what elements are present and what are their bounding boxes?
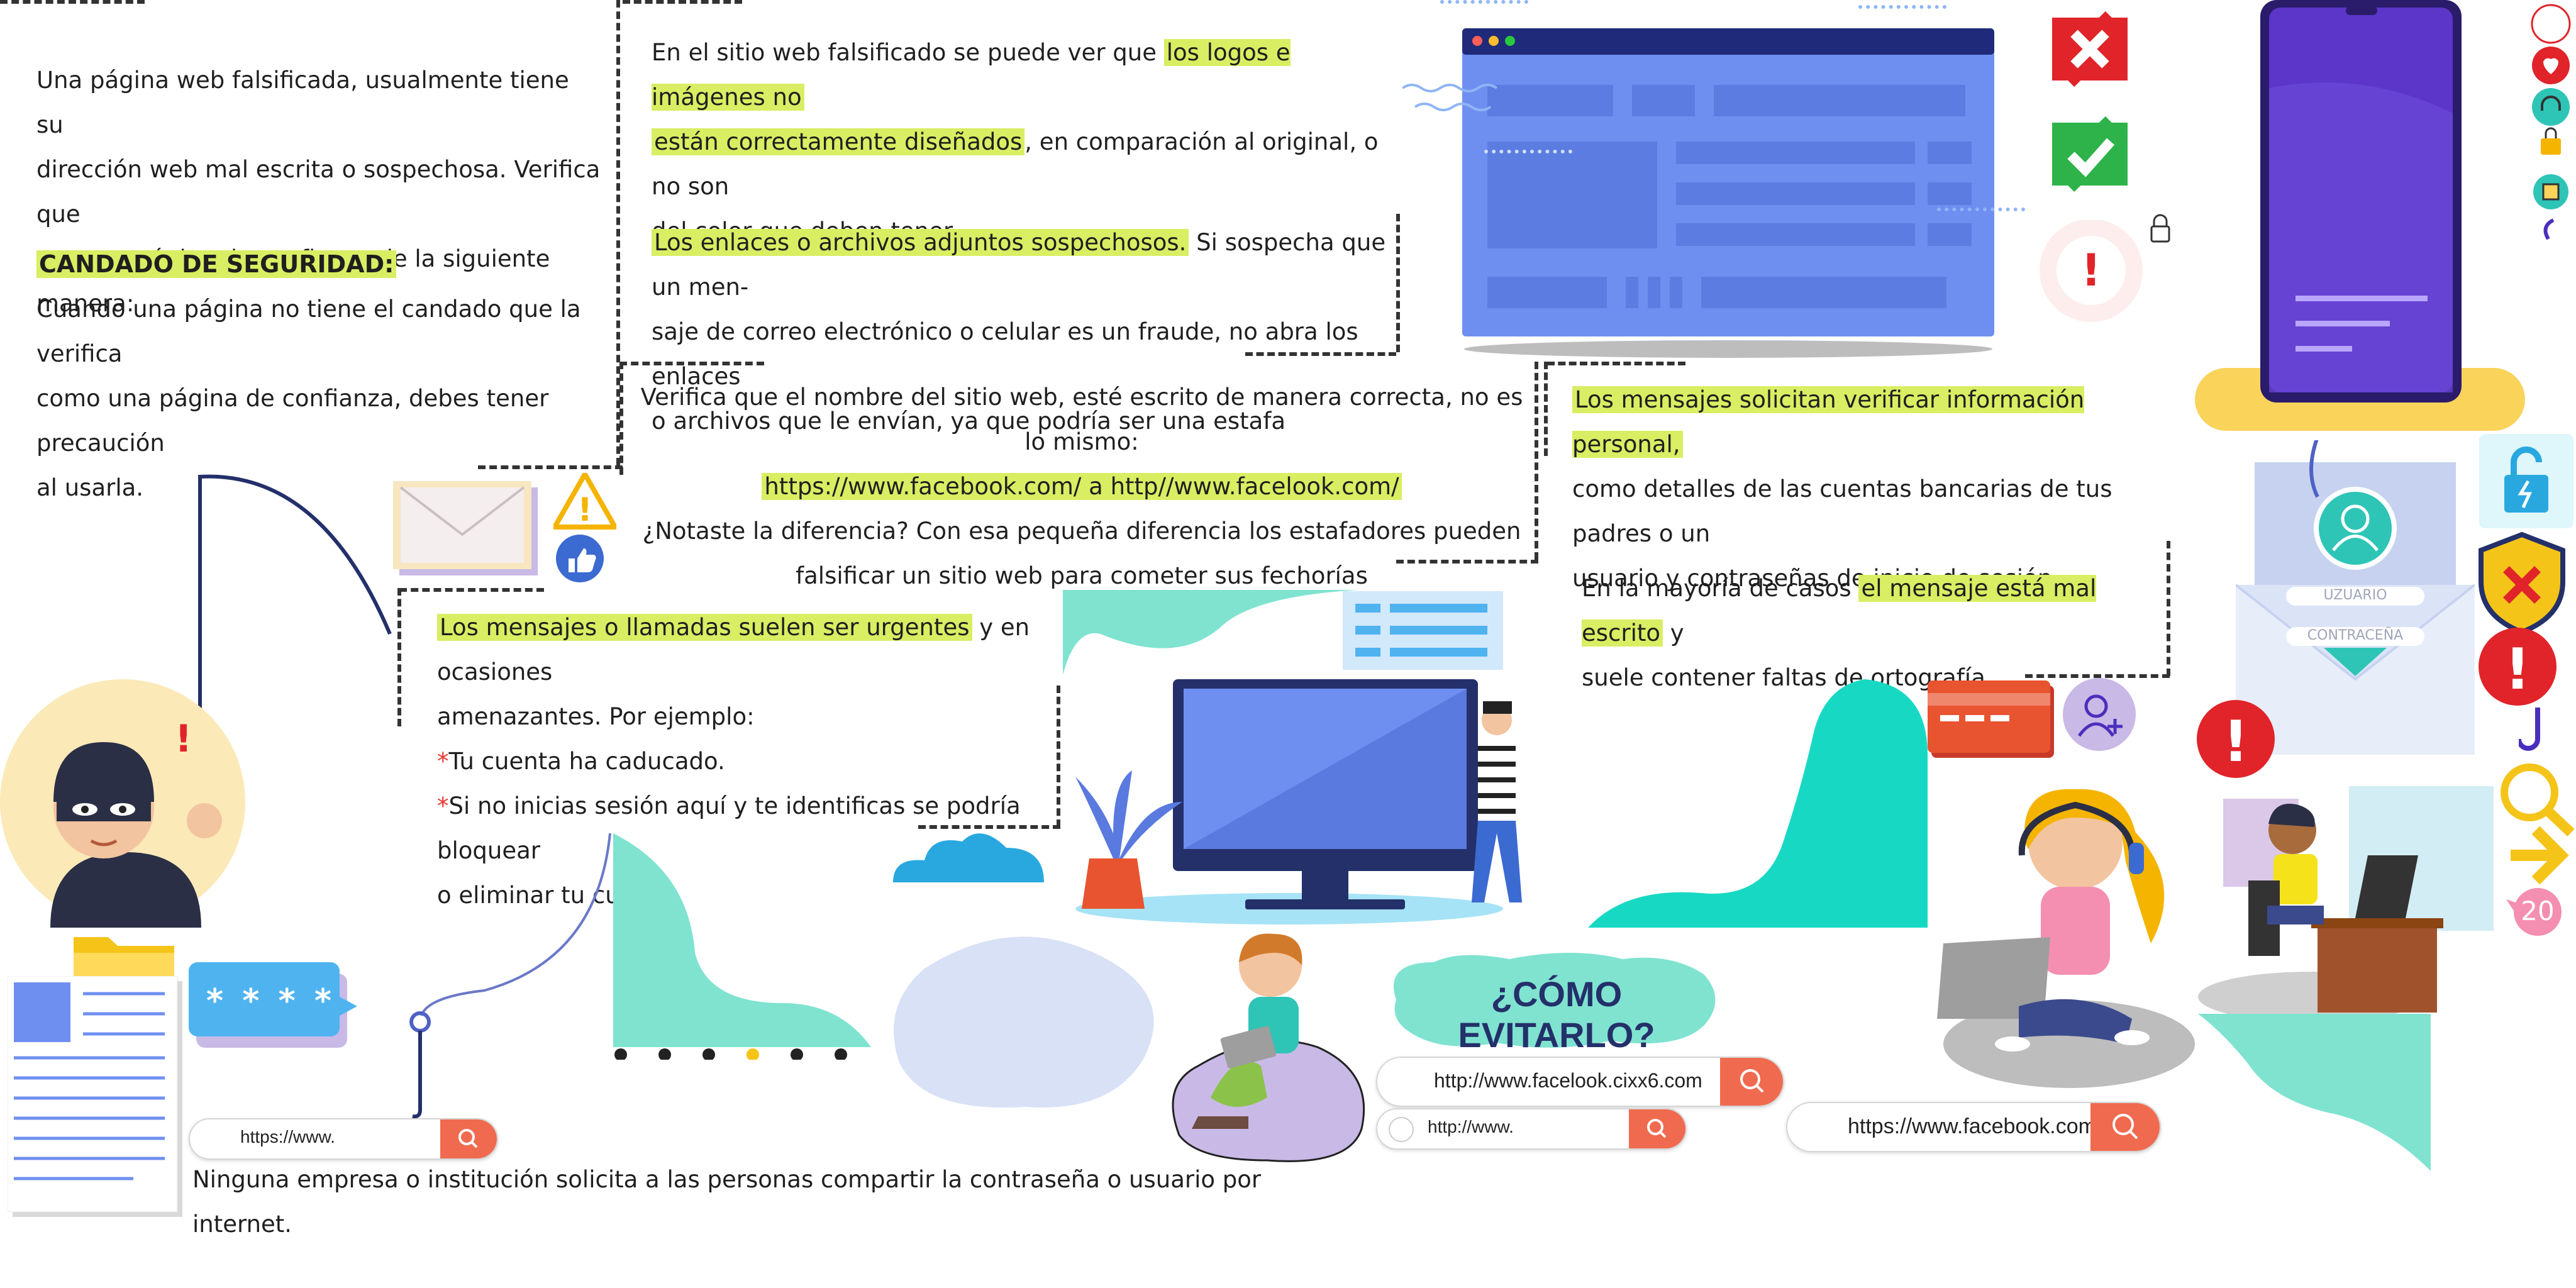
like-icon xyxy=(555,533,605,584)
como-evitarlo-title: ¿CÓMO EVITARLO? xyxy=(1458,974,1655,1055)
right-url-bar[interactable]: https://www.facebook.com xyxy=(1786,1102,2161,1152)
bottom-note: Ninguna empresa o institución solicita a… xyxy=(192,1166,1262,1238)
svg-text:!: ! xyxy=(2223,709,2248,775)
hook-icon xyxy=(390,833,616,1123)
como-evitarlo-bubble: ¿CÓMO EVITARLO? xyxy=(1384,950,1723,1055)
personal-line-2: como detalles de las cuentas bancarias d… xyxy=(1572,475,2112,547)
shield-icon xyxy=(2478,531,2566,635)
divider-topleft xyxy=(0,0,145,4)
svg-text:!: ! xyxy=(2504,636,2530,702)
document-icon xyxy=(8,976,184,1218)
alert-icon-left: ! xyxy=(2195,698,2277,780)
divider-verify-left xyxy=(619,362,623,475)
search-icon xyxy=(1647,1119,1667,1138)
divider-verify-right xyxy=(1535,362,1538,560)
middle-url-text-2: http://www. xyxy=(1428,1117,1514,1136)
verify-line-3: ¿Notaste la diferencia? Con esa pequeña … xyxy=(642,518,1521,545)
middle-url-bar-2[interactable]: http://www. xyxy=(1376,1108,1687,1150)
green-check-icon xyxy=(2049,110,2131,198)
dotted-line-deco-4 xyxy=(1937,208,2025,215)
right-url-text: https://www.facebook.com xyxy=(1848,1114,2096,1138)
arrow-right-icon xyxy=(2498,821,2576,890)
badge-number-text: 20 xyxy=(2521,896,2555,926)
svg-text:!: ! xyxy=(175,717,192,761)
padlock-line-2: como una página de confianza, debes tene… xyxy=(36,385,549,457)
padlock-line-1: Cuando una página no tiene el candado qu… xyxy=(36,296,581,367)
svg-text:!: ! xyxy=(577,491,592,529)
verify-line-1: Verifica que el nombre del sitio web, es… xyxy=(640,384,1523,455)
dotted-line-deco-2 xyxy=(1858,5,1946,13)
middle-url-text-1: http://www.facelook.cixx6.com xyxy=(1434,1069,1702,1092)
badly-post: y xyxy=(1663,619,1684,647)
dotted-line-deco-1 xyxy=(1440,0,1528,8)
teal-shape-bottom-right xyxy=(2198,1014,2437,1171)
middle-search-button-1[interactable] xyxy=(1720,1058,1783,1106)
unlocked-padlock-icon xyxy=(2479,434,2573,528)
computer-illustration xyxy=(1063,676,1541,928)
svg-text:!: ! xyxy=(2081,245,2101,296)
globe-icon xyxy=(1389,1117,1414,1142)
teal-wave-right xyxy=(1588,679,1928,931)
wavy-lines-decoration xyxy=(1402,82,1528,119)
girl-with-laptop-illustration xyxy=(1924,780,2201,1094)
personal-highlight: Los mensajes solicitan verificar informa… xyxy=(1572,386,2085,458)
divider-urgent-right xyxy=(1057,686,1060,827)
intro-line-1: Una página web falsificada, usualmente t… xyxy=(36,67,569,138)
divider-personal-top xyxy=(1547,362,1685,365)
cloud-icon xyxy=(887,829,1050,886)
urgent-star-2: * xyxy=(437,792,449,819)
search-icon xyxy=(1740,1069,1764,1093)
divider-mid-v xyxy=(1396,214,1400,352)
lavender-blob xyxy=(887,931,1163,1119)
boy-with-tablet-illustration xyxy=(1160,928,1374,1167)
middle-search-button-2[interactable] xyxy=(1629,1109,1685,1148)
links-highlight: Los enlaces o archivos adjuntos sospecho… xyxy=(652,229,1189,256)
search-icon xyxy=(458,1129,478,1148)
password-bubble: * * * * xyxy=(189,962,358,1050)
list-card-icon xyxy=(1343,591,1503,670)
browser-window-illustration xyxy=(1462,28,1994,358)
smartphone-illustration xyxy=(2195,0,2528,434)
verify-text: Verifica que el nombre del sitio web, es… xyxy=(629,375,1535,598)
middle-url-bar-1[interactable]: http://www.facelook.cixx6.com xyxy=(1376,1057,1784,1107)
boy-at-desk-illustration xyxy=(2198,780,2500,1031)
credit-card-icon xyxy=(1928,680,2057,759)
logos-highlight-2: están correctamente diseñados xyxy=(652,128,1025,155)
divider-urgent-top xyxy=(399,588,544,592)
badly-pre: En la mayoría de casos xyxy=(1582,575,1859,602)
left-url-bar[interactable]: https://www. xyxy=(189,1118,498,1160)
thief-illustration: ! xyxy=(0,676,252,928)
dotted-line-deco-3 xyxy=(1484,150,1572,157)
alert-circle-icon: ! xyxy=(2035,220,2148,333)
verify-urls: https://www.facebook.com/ a http//www.fa… xyxy=(762,473,1402,500)
logos-pre: En el sitio web falsificado se puede ver… xyxy=(652,39,1164,66)
hook-icon-right xyxy=(2519,708,2557,764)
padlock-icon xyxy=(2148,214,2173,244)
red-x-icon xyxy=(2049,5,2131,93)
divider-mid-top xyxy=(623,0,742,4)
padlock-title: CANDADO DE SEGURIDAD: xyxy=(36,250,397,278)
divider-personal-left xyxy=(1544,362,1548,456)
search-icon xyxy=(2112,1114,2138,1140)
intro-line-2: dirección web mal escrita o sospechosa. … xyxy=(36,156,601,228)
teal-shape-left xyxy=(613,833,877,1060)
urgent-item-1: Tu cuenta ha caducado. xyxy=(448,748,725,775)
envelope-icon xyxy=(393,475,557,582)
left-url-text: https://www. xyxy=(240,1127,335,1146)
left-search-button[interactable] xyxy=(440,1119,497,1158)
urgent-star-1: * xyxy=(437,748,449,775)
password-mask: * * * * xyxy=(206,982,336,1020)
envelope-pass-label: CONTRACEÑA xyxy=(2307,628,2404,643)
urgent-line-2: amenazantes. Por ejemplo: xyxy=(437,703,755,730)
alert-icon-right: ! xyxy=(2477,626,2558,708)
add-user-icon xyxy=(2062,678,2140,757)
teal-wave-top xyxy=(1063,590,1365,678)
right-search-button[interactable] xyxy=(2090,1103,2160,1151)
urgent-highlight: Los mensajes o llamadas suelen ser urgen… xyxy=(437,614,972,641)
envelope-user-label: UZUARIO xyxy=(2323,587,2387,603)
warning-icon: ! xyxy=(553,473,616,530)
